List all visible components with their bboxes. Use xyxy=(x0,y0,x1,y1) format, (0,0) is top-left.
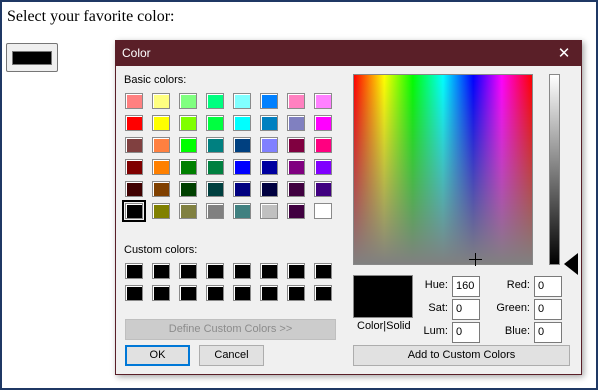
custom-color-swatch[interactable] xyxy=(152,285,170,301)
red-label: Red: xyxy=(506,279,530,291)
basic-color-swatch[interactable] xyxy=(179,137,197,153)
basic-color-swatch[interactable] xyxy=(314,115,332,131)
custom-color-swatch[interactable] xyxy=(314,285,332,301)
basic-color-swatch[interactable] xyxy=(233,137,251,153)
dialog-title: Color xyxy=(122,46,151,60)
basic-color-swatch[interactable] xyxy=(233,93,251,109)
sat-field[interactable]: 0 xyxy=(452,299,480,320)
basic-color-swatch[interactable] xyxy=(287,115,305,131)
basic-color-swatch[interactable] xyxy=(152,203,170,219)
basic-color-swatch[interactable] xyxy=(287,203,305,219)
basic-color-swatch[interactable] xyxy=(260,115,278,131)
custom-color-swatch[interactable] xyxy=(125,263,143,279)
custom-color-swatch[interactable] xyxy=(206,285,224,301)
basic-color-swatch[interactable] xyxy=(152,159,170,175)
basic-color-swatch[interactable] xyxy=(152,137,170,153)
basic-color-swatch[interactable] xyxy=(287,93,305,109)
basic-color-swatch[interactable] xyxy=(122,200,146,222)
basic-color-swatch[interactable] xyxy=(260,203,278,219)
custom-color-swatch[interactable] xyxy=(260,285,278,301)
green-field[interactable]: 0 xyxy=(534,299,562,320)
custom-color-swatch[interactable] xyxy=(233,285,251,301)
basic-color-swatch[interactable] xyxy=(233,203,251,219)
basic-color-swatch[interactable] xyxy=(179,159,197,175)
basic-color-swatch[interactable] xyxy=(260,159,278,175)
basic-color-swatch[interactable] xyxy=(152,181,170,197)
hue-field[interactable]: 160 xyxy=(452,276,480,297)
basic-color-swatch[interactable] xyxy=(179,93,197,109)
basic-color-swatch[interactable] xyxy=(314,137,332,153)
red-field[interactable]: 0 xyxy=(534,276,562,297)
basic-color-swatch[interactable] xyxy=(314,181,332,197)
basic-color-swatch[interactable] xyxy=(125,115,143,131)
basic-color-swatch[interactable] xyxy=(287,159,305,175)
blue-field[interactable]: 0 xyxy=(534,322,562,343)
cancel-button[interactable]: Cancel xyxy=(199,345,264,366)
custom-color-swatch[interactable] xyxy=(152,263,170,279)
lum-label: Lum: xyxy=(423,325,448,337)
custom-color-swatch[interactable] xyxy=(314,263,332,279)
basic-color-swatch[interactable] xyxy=(125,159,143,175)
basic-color-swatch[interactable] xyxy=(125,181,143,197)
blue-label: Blue: xyxy=(504,325,530,337)
color-prompt: Select your favorite color: xyxy=(7,8,175,25)
custom-color-swatch[interactable] xyxy=(287,285,305,301)
basic-color-swatch[interactable] xyxy=(233,181,251,197)
basic-color-swatch[interactable] xyxy=(287,181,305,197)
basic-color-swatch[interactable] xyxy=(152,93,170,109)
green-label: Green: xyxy=(496,302,530,314)
basic-color-swatch[interactable] xyxy=(260,181,278,197)
custom-color-swatch[interactable] xyxy=(287,263,305,279)
custom-colors-label: Custom colors: xyxy=(124,244,198,256)
custom-color-swatch[interactable] xyxy=(233,263,251,279)
color-input-button[interactable] xyxy=(6,43,58,72)
color-spectrum[interactable] xyxy=(353,74,533,266)
basic-color-swatch[interactable] xyxy=(314,93,332,109)
color-dialog: Color ✕ Basic colors: Custom colors: Def… xyxy=(115,40,582,375)
close-icon[interactable]: ✕ xyxy=(547,41,581,66)
hue-label: Hue: xyxy=(424,279,448,291)
basic-color-swatch[interactable] xyxy=(287,137,305,153)
ok-button[interactable]: OK xyxy=(125,345,190,366)
basic-color-swatch[interactable] xyxy=(206,181,224,197)
basic-color-swatch[interactable] xyxy=(206,137,224,153)
color-solid-preview xyxy=(353,275,413,318)
basic-color-swatch[interactable] xyxy=(179,115,197,131)
selected-color-swatch xyxy=(12,51,52,65)
basic-color-swatch[interactable] xyxy=(125,137,143,153)
basic-color-swatch[interactable] xyxy=(233,115,251,131)
basic-color-swatch[interactable] xyxy=(152,115,170,131)
basic-color-swatch[interactable] xyxy=(233,159,251,175)
basic-color-swatch[interactable] xyxy=(260,137,278,153)
lum-field[interactable]: 0 xyxy=(452,322,480,343)
custom-color-swatch[interactable] xyxy=(125,285,143,301)
basic-color-swatch[interactable] xyxy=(125,93,143,109)
crosshair-icon xyxy=(469,253,482,266)
basic-color-swatch[interactable] xyxy=(179,181,197,197)
basic-color-swatch[interactable] xyxy=(206,159,224,175)
color-solid-label: Color|Solid xyxy=(357,320,411,332)
basic-colors-label: Basic colors: xyxy=(124,74,187,86)
add-to-custom-colors-button[interactable]: Add to Custom Colors xyxy=(353,345,570,366)
sat-label: Sat: xyxy=(428,302,448,314)
custom-color-swatch[interactable] xyxy=(179,263,197,279)
basic-color-swatch[interactable] xyxy=(260,93,278,109)
basic-color-swatch[interactable] xyxy=(179,203,197,219)
basic-color-swatch[interactable] xyxy=(206,203,224,219)
custom-color-swatch[interactable] xyxy=(179,285,197,301)
basic-color-swatch[interactable] xyxy=(314,203,332,219)
define-custom-colors-button[interactable]: Define Custom Colors >> xyxy=(125,319,336,340)
luminosity-slider[interactable] xyxy=(549,74,560,265)
basic-color-swatch[interactable] xyxy=(314,159,332,175)
custom-color-swatch[interactable] xyxy=(260,263,278,279)
custom-color-swatch[interactable] xyxy=(206,263,224,279)
basic-color-swatch[interactable] xyxy=(206,93,224,109)
luminosity-arrow-icon[interactable] xyxy=(564,253,578,275)
dialog-titlebar: Color ✕ xyxy=(116,41,581,66)
basic-color-swatch[interactable] xyxy=(206,115,224,131)
